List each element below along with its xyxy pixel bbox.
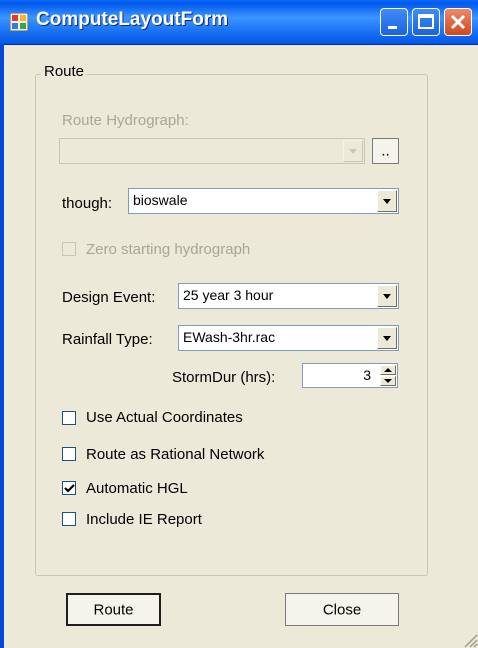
through-label: though: bbox=[62, 195, 113, 212]
checkmark-icon bbox=[64, 484, 75, 493]
browse-hydrograph-button[interactable]: .. bbox=[372, 138, 399, 164]
storm-dur-value: 3 bbox=[363, 367, 371, 383]
through-dropdown-button[interactable] bbox=[377, 190, 397, 212]
chevron-down-icon bbox=[384, 379, 392, 383]
automatic-hgl-checkbox[interactable] bbox=[62, 481, 76, 495]
close-button[interactable]: Close bbox=[285, 593, 399, 626]
chevron-up-icon bbox=[384, 368, 392, 372]
maximize-button[interactable] bbox=[412, 8, 440, 36]
automatic-hgl-label: Automatic HGL bbox=[86, 480, 188, 497]
rainfall-type-label: Rainfall Type: bbox=[62, 331, 153, 348]
design-event-select[interactable]: 25 year 3 hour bbox=[178, 283, 399, 309]
rainfall-type-value: EWash-3hr.rac bbox=[183, 329, 276, 345]
through-value: bioswale bbox=[133, 192, 188, 208]
chevron-down-icon bbox=[383, 199, 391, 204]
chevron-down-icon bbox=[383, 336, 391, 341]
zero-start-checkbox[interactable] bbox=[62, 242, 76, 256]
route-hydrograph-dropdown-button[interactable] bbox=[343, 140, 363, 162]
rainfall-type-dropdown-button[interactable] bbox=[377, 327, 397, 349]
window-title: ComputeLayoutForm bbox=[36, 9, 229, 30]
include-ie-report-checkbox[interactable] bbox=[62, 512, 76, 526]
chevron-down-icon bbox=[349, 149, 357, 154]
design-event-value: 25 year 3 hour bbox=[183, 287, 274, 303]
route-hydrograph-label: Route Hydrograph: bbox=[62, 112, 189, 129]
app-icon bbox=[10, 13, 28, 31]
title-bar[interactable]: ComputeLayoutForm bbox=[0, 0, 478, 45]
use-actual-coordinates-label: Use Actual Coordinates bbox=[86, 409, 243, 426]
route-rational-network-checkbox[interactable] bbox=[62, 447, 76, 461]
storm-dur-input[interactable]: 3 bbox=[302, 363, 398, 388]
resize-grip-icon[interactable] bbox=[460, 630, 478, 648]
route-rational-network-label: Route as Rational Network bbox=[86, 446, 265, 463]
storm-dur-down-button[interactable] bbox=[380, 376, 396, 386]
include-ie-report-label: Include IE Report bbox=[86, 511, 202, 528]
design-event-dropdown-button[interactable] bbox=[377, 285, 397, 307]
storm-dur-up-button[interactable] bbox=[380, 365, 396, 375]
close-icon bbox=[450, 14, 466, 30]
rainfall-type-select[interactable]: EWash-3hr.rac bbox=[178, 325, 399, 351]
minimize-button[interactable] bbox=[380, 8, 408, 36]
zero-start-label: Zero starting hydrograph bbox=[86, 241, 251, 258]
maximize-icon bbox=[418, 14, 434, 29]
through-select[interactable]: bioswale bbox=[128, 188, 399, 214]
route-button[interactable]: Route bbox=[66, 593, 161, 626]
compute-layout-window: ComputeLayoutForm Route Route Hydrograph… bbox=[0, 0, 478, 648]
route-hydrograph-select[interactable] bbox=[59, 138, 365, 164]
minimize-icon bbox=[388, 26, 397, 29]
route-group-label: Route bbox=[41, 63, 88, 80]
storm-dur-label: StormDur (hrs): bbox=[172, 369, 276, 386]
use-actual-coordinates-checkbox[interactable] bbox=[62, 411, 76, 425]
design-event-label: Design Event: bbox=[62, 289, 156, 306]
close-window-button[interactable] bbox=[444, 8, 472, 36]
chevron-down-icon bbox=[383, 294, 391, 299]
window-frame-left bbox=[0, 44, 4, 648]
